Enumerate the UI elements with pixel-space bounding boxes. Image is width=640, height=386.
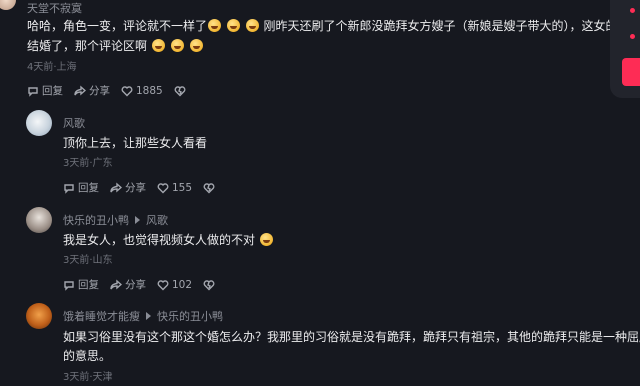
notification-dot bbox=[630, 34, 635, 39]
reply-3-text-line1: 如果习俗里没有这个那这个婚怎么办？我那里的习俗就是没有跪拜，跪拜只有祖宗，其他的… bbox=[63, 330, 640, 344]
reply-icon bbox=[64, 183, 74, 194]
like-count: 102 bbox=[172, 278, 193, 291]
reply-label: 回复 bbox=[78, 279, 99, 291]
top-comment-username[interactable]: 天堂不寂寞 bbox=[27, 0, 82, 16]
reply-arrow-icon bbox=[135, 216, 140, 224]
dislike-button[interactable] bbox=[203, 182, 215, 194]
reply-2-time-location: 3天前·山东 bbox=[63, 255, 113, 266]
reply-1-text: 顶你上去，让那些女人看看 bbox=[63, 136, 208, 150]
laughing-emoji bbox=[208, 19, 222, 32]
dislike-heart-icon bbox=[174, 85, 186, 96]
reply-2-header: 快乐的丑小鸭 风歌 bbox=[63, 212, 168, 228]
reply-icon bbox=[64, 280, 74, 291]
reply-button[interactable]: 回复 bbox=[63, 277, 99, 292]
top-comment-text: 哈哈，角色一变，评论就不一样了 刚昨天还刷了个新郎没跪拜女方嫂子（新娘是嫂子带大… bbox=[27, 17, 630, 36]
avatar-reply-1[interactable] bbox=[26, 110, 52, 136]
reply-3-header: 饿着睡觉才能瘦 快乐的丑小鸭 bbox=[63, 308, 223, 324]
reply-3-text-line2: 的意思。 bbox=[63, 349, 112, 363]
avatar-reply-2[interactable] bbox=[26, 207, 52, 233]
top-comment-text-part1: 哈哈，角色一变，评论就不一样了 bbox=[27, 19, 208, 33]
avatar-reply-3[interactable] bbox=[26, 303, 52, 329]
laughing-emoji bbox=[226, 19, 240, 32]
dislike-button[interactable] bbox=[203, 279, 215, 291]
top-comment-actions: 回复 分享 1885 bbox=[27, 83, 197, 98]
share-button[interactable]: 分享 bbox=[110, 180, 146, 195]
like-count: 155 bbox=[172, 181, 193, 194]
reply-1-username[interactable]: 风歌 bbox=[63, 115, 85, 131]
share-icon bbox=[110, 181, 122, 193]
top-comment-text-part2: 刚昨天还刷了个新郎没跪拜女方嫂子（新娘是嫂子带大的），这女的还 bbox=[263, 19, 630, 33]
reply-3-reply-to[interactable]: 快乐的丑小鸭 bbox=[157, 310, 223, 323]
share-icon bbox=[74, 84, 86, 96]
laughing-emoji bbox=[245, 19, 259, 32]
dislike-heart-icon bbox=[203, 182, 215, 193]
heart-icon bbox=[157, 279, 169, 290]
share-icon bbox=[110, 278, 122, 290]
reply-arrow-icon bbox=[146, 312, 151, 320]
reply-1-time-location: 3天前·广东 bbox=[63, 158, 113, 169]
laughing-emoji bbox=[170, 39, 184, 52]
dislike-heart-icon bbox=[203, 279, 215, 290]
reply-label: 回复 bbox=[42, 85, 63, 97]
like-button[interactable]: 102 bbox=[157, 279, 192, 291]
reply-1-actions: 回复 分享 155 bbox=[63, 180, 226, 195]
reply-3-time-location: 3天前·天津 bbox=[63, 372, 113, 383]
share-label: 分享 bbox=[125, 182, 146, 194]
reply-icon bbox=[28, 86, 38, 97]
heart-icon bbox=[121, 85, 133, 96]
like-count: 1885 bbox=[136, 84, 163, 97]
grimace-emoji bbox=[259, 233, 273, 246]
reply-2-text-content: 我是女人，也觉得视频女人做的不对 bbox=[63, 233, 256, 247]
reply-label: 回复 bbox=[78, 182, 99, 194]
top-comment-text-line2: 结婚了，那个评论区啊 bbox=[27, 37, 204, 56]
reply-button[interactable]: 回复 bbox=[63, 180, 99, 195]
reply-3-username[interactable]: 饿着睡觉才能瘦 bbox=[63, 310, 140, 323]
reply-2-username[interactable]: 快乐的丑小鸭 bbox=[63, 214, 129, 227]
share-label: 分享 bbox=[89, 85, 110, 97]
share-label: 分享 bbox=[125, 279, 146, 291]
laughing-emoji bbox=[151, 39, 165, 52]
top-comment-time-location: 4天前·上海 bbox=[27, 62, 77, 73]
reply-2-actions: 回复 分享 102 bbox=[63, 277, 226, 292]
notification-dot bbox=[630, 8, 635, 13]
reply-2-text: 我是女人，也觉得视频女人做的不对 bbox=[63, 231, 274, 250]
share-button[interactable]: 分享 bbox=[110, 277, 146, 292]
dislike-button[interactable] bbox=[174, 85, 186, 97]
share-button[interactable]: 分享 bbox=[74, 83, 110, 98]
heart-icon bbox=[157, 182, 169, 193]
like-button[interactable]: 1885 bbox=[121, 85, 163, 97]
like-button[interactable]: 155 bbox=[157, 182, 192, 194]
avatar-top-commenter[interactable] bbox=[0, 0, 16, 10]
reply-button[interactable]: 回复 bbox=[27, 83, 63, 98]
laughing-emoji bbox=[189, 39, 203, 52]
reply-2-reply-to[interactable]: 风歌 bbox=[146, 214, 168, 227]
side-action-button[interactable] bbox=[622, 58, 640, 86]
top-comment-text-part3: 结婚了，那个评论区啊 bbox=[27, 39, 148, 53]
